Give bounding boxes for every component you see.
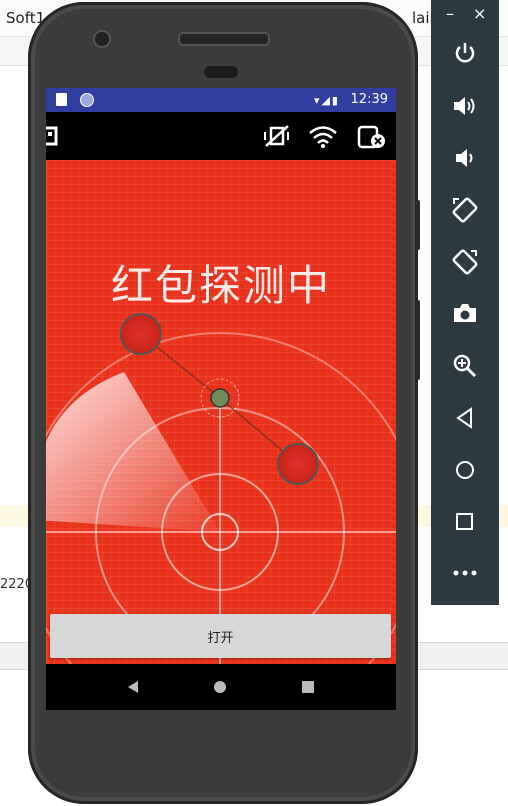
open-button[interactable]: 打开 bbox=[50, 614, 391, 658]
volume-down-icon[interactable] bbox=[453, 146, 479, 170]
back-icon[interactable] bbox=[455, 407, 475, 429]
app-toolbar bbox=[46, 112, 396, 160]
radar-content-area: 红包探测中 bbox=[46, 160, 396, 664]
red-packet-target[interactable] bbox=[120, 313, 162, 355]
rotate-left-icon[interactable] bbox=[451, 196, 479, 224]
vibrate-off-icon[interactable] bbox=[262, 124, 292, 148]
navigation-bar bbox=[46, 664, 396, 710]
home-icon[interactable] bbox=[454, 459, 476, 481]
cloud-close-icon[interactable] bbox=[356, 124, 388, 150]
menu-icon[interactable] bbox=[46, 126, 60, 146]
center-node bbox=[210, 388, 230, 408]
front-camera bbox=[93, 30, 111, 48]
phone-screen: ▾◢▮ 12:39 红包探测中 打开 bbox=[46, 88, 396, 710]
zoom-icon[interactable] bbox=[452, 353, 478, 379]
close-button[interactable]: × bbox=[473, 4, 486, 23]
proximity-sensor bbox=[204, 66, 238, 78]
detecting-heading: 红包探测中 bbox=[110, 261, 331, 310]
phone-side-button bbox=[416, 200, 420, 250]
status-bar: ▾◢▮ 12:39 bbox=[46, 88, 396, 112]
radar-graphic bbox=[46, 313, 396, 664]
more-icon[interactable] bbox=[451, 566, 479, 580]
minimize-button[interactable]: – bbox=[446, 4, 454, 23]
nav-back-icon[interactable] bbox=[128, 681, 138, 693]
notification-dot-icon bbox=[80, 93, 94, 107]
signal-battery-icons: ▾◢▮ bbox=[313, 94, 340, 107]
rotate-right-icon[interactable] bbox=[451, 248, 479, 276]
power-icon[interactable] bbox=[453, 41, 477, 65]
phone-volume-button bbox=[416, 300, 420, 380]
camera-icon[interactable] bbox=[452, 302, 478, 324]
sd-card-icon bbox=[56, 93, 67, 106]
overview-icon[interactable] bbox=[455, 512, 475, 532]
wifi-icon[interactable] bbox=[308, 124, 338, 148]
earpiece-speaker bbox=[178, 32, 270, 46]
radar-sweep bbox=[46, 372, 220, 532]
red-packet-target[interactable] bbox=[277, 443, 319, 485]
volume-up-icon[interactable] bbox=[451, 94, 479, 118]
emulator-control-panel: – × bbox=[431, 0, 499, 605]
status-time: 12:39 bbox=[350, 92, 388, 107]
nav-recent-icon[interactable] bbox=[302, 681, 314, 693]
nav-home-icon[interactable] bbox=[214, 681, 226, 693]
